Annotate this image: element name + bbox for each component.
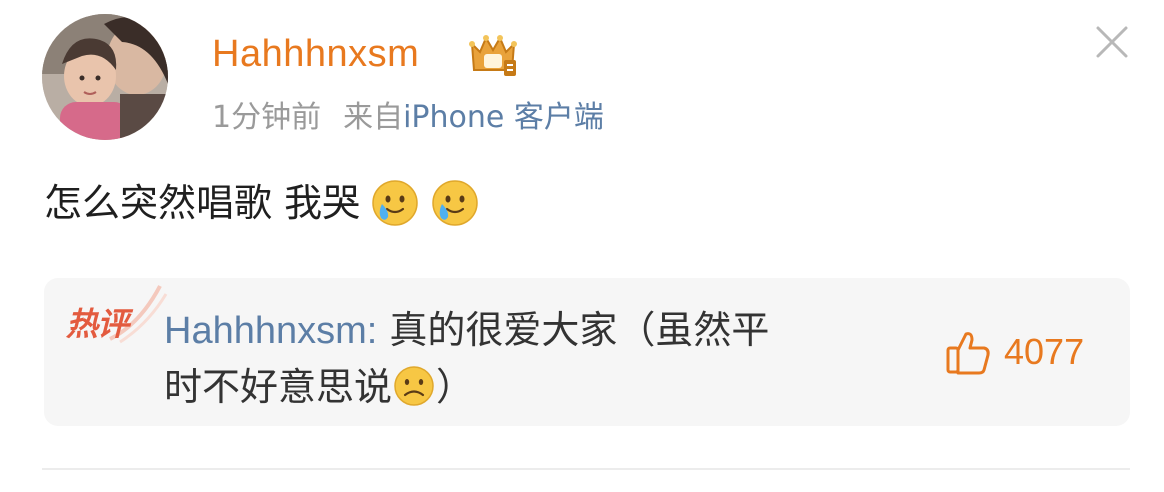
like-button[interactable]: 4077: [944, 328, 1084, 376]
hot-comment[interactable]: 热评 Hahhhnxsm: 真的很爱大家（虽然平时不好意思说 ） 4077: [44, 278, 1130, 426]
source-link[interactable]: iPhone 客户端: [403, 100, 604, 135]
close-icon[interactable]: [1094, 24, 1130, 60]
source-prefix: 来自: [343, 100, 404, 135]
avatar-photo: [42, 14, 168, 140]
post-content: 怎么突然唱歌 我哭: [44, 176, 480, 230]
hot-comment-line2: 时不好意思说: [164, 365, 393, 409]
post-meta: 1分钟前 来自iPhone 客户端: [212, 98, 604, 138]
divider: [42, 468, 1130, 470]
post-text: 怎么突然唱歌 我哭: [44, 181, 361, 225]
thumbs-up-icon: [946, 332, 990, 375]
hot-comment-line1: 真的很爱大家（虽然平: [377, 308, 770, 352]
crown-badge-icon[interactable]: [466, 30, 520, 80]
crying-smile-emoji: [432, 180, 478, 226]
sad-face-emoji: [394, 366, 434, 406]
hot-comment-close-paren: ）: [436, 365, 475, 409]
like-count: 4077: [1004, 331, 1085, 372]
hot-comment-text: Hahhhnxsm: 真的很爱大家（虽然平时不好意思说 ）: [164, 302, 904, 415]
crying-smile-emoji: [372, 180, 418, 226]
hot-comment-author[interactable]: Hahhhnxsm:: [164, 310, 377, 352]
username[interactable]: Hahhhnxsm: [212, 30, 419, 78]
post-time: 1分钟前: [212, 100, 322, 135]
weibo-post-card: Hahhhnxsm 1分钟前 来自iPhone 客户端 怎么突然唱歌 我哭 热评…: [0, 0, 1164, 492]
hot-comment-tag: 热评: [66, 305, 129, 343]
avatar[interactable]: [42, 14, 168, 140]
